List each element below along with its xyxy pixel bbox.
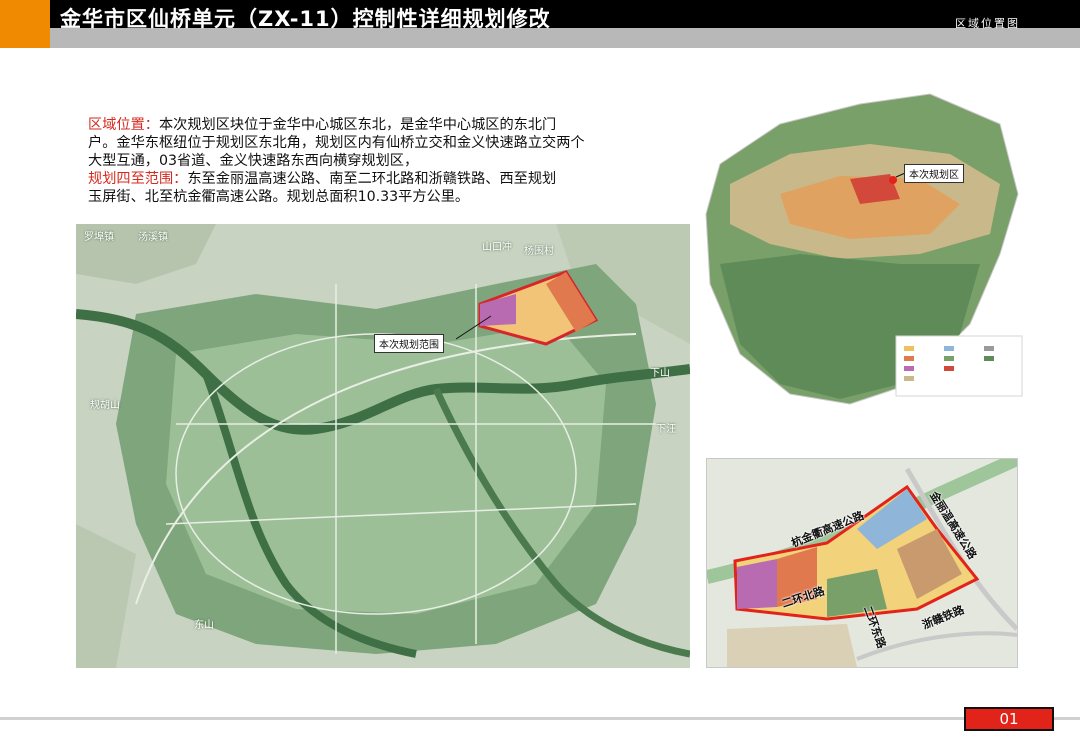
place-label: 罗埠镇 bbox=[84, 232, 114, 243]
location-line-3: 大型互通，03省道、金义快速路东西向横穿规划区， bbox=[88, 153, 419, 169]
main-map-graphic bbox=[76, 224, 690, 668]
region-location-map: 本次规划区 bbox=[700, 84, 1028, 412]
location-line-2: 户。金华东枢纽位于规划区东北角，规划区内有仙桥立交和金义快速路立交两个 bbox=[88, 135, 585, 151]
main-map-label: 本次规划范围 bbox=[374, 334, 444, 353]
footer-line bbox=[0, 717, 1080, 720]
page-title: 金华市区仙桥单元（ZX-11）控制性详细规划修改 bbox=[60, 7, 551, 31]
boundary-line-1: 规划四至范围：东至金丽温高速公路、南至二环北路和浙赣铁路、西至规划 bbox=[88, 171, 557, 187]
place-label: 下汪 bbox=[656, 424, 676, 435]
header-accent-block bbox=[0, 0, 50, 48]
place-label: 规胡山 bbox=[90, 400, 120, 411]
location-key: 区域位置： bbox=[88, 117, 159, 133]
page-number: 01 bbox=[964, 707, 1054, 731]
main-city-map: 本次规划范围 罗埠镇 汤溪镇 山口冲 杨围村 下山 下汪 东山 规胡山 bbox=[76, 224, 690, 668]
place-label: 杨围村 bbox=[524, 246, 554, 257]
page-subtitle: 区域位置图 bbox=[955, 17, 1020, 30]
detail-map-graphic bbox=[707, 459, 1017, 667]
description-block: 区域位置：本次规划区块位于金华中心城区东北，是金华中心城区的东北门 户。金华东枢… bbox=[88, 116, 688, 206]
location-line-1: 区域位置：本次规划区块位于金华中心城区东北，是金华中心城区的东北门 bbox=[88, 117, 557, 133]
detail-boundary-map: 杭金衢高速公路 金丽温高速公路 二环北路 二环东路 浙赣铁路 bbox=[706, 458, 1018, 668]
page-header: 金华市区仙桥单元（ZX-11）控制性详细规划修改 区域位置图 bbox=[0, 0, 1080, 48]
region-map-graphic bbox=[705, 93, 1023, 405]
boundary-key: 规划四至范围： bbox=[88, 171, 188, 187]
boundary-line-2: 玉屏街、北至杭金衢高速公路。规划总面积10.33平方公里。 bbox=[88, 189, 470, 205]
place-label: 下山 bbox=[650, 368, 670, 379]
place-label: 东山 bbox=[194, 620, 214, 631]
place-label: 汤溪镇 bbox=[138, 232, 168, 243]
region-map-label: 本次规划区 bbox=[904, 164, 964, 183]
place-label: 山口冲 bbox=[482, 242, 512, 253]
